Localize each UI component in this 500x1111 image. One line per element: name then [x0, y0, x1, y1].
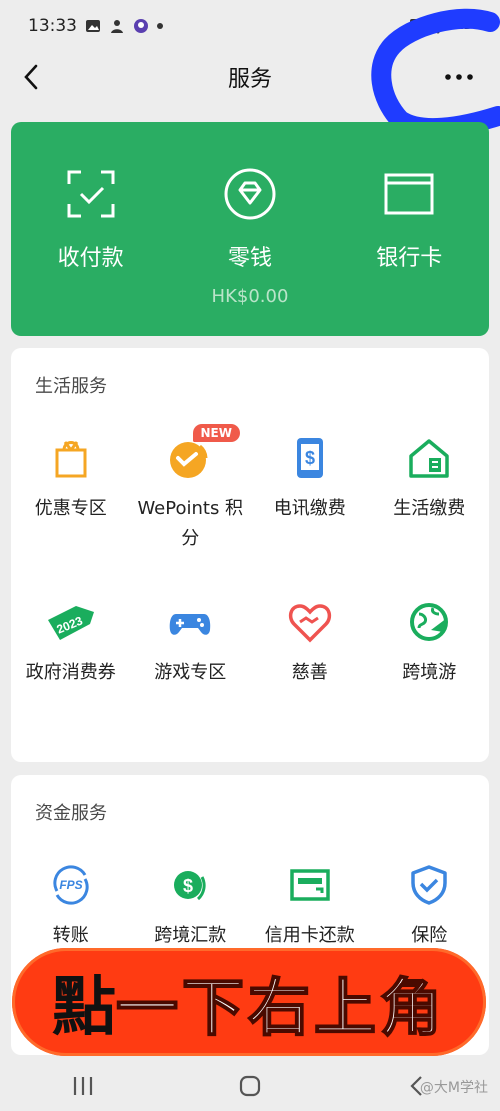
- recent-apps-icon: [74, 1076, 93, 1095]
- insurance-shield-icon: [411, 865, 447, 905]
- globe-plane-icon: [410, 603, 449, 641]
- service-wepoints[interactable]: NEW WePoints 积分: [131, 424, 251, 554]
- svg-text:FPS: FPS: [59, 878, 82, 892]
- more-notifications-dot-icon: [157, 23, 163, 29]
- nav-bar: 服务: [0, 52, 500, 102]
- service-utility-bill[interactable]: 生活缴费: [370, 436, 490, 554]
- service-gov-voucher[interactable]: 2023 政府消费券: [11, 600, 131, 688]
- service-label: 电讯缴费: [273, 498, 346, 519]
- service-remittance[interactable]: $ 跨境汇款: [131, 863, 251, 951]
- life-services-row-1: 优惠专区 NEW WePoints 积分 $ 电讯缴费 生活缴费: [11, 424, 490, 554]
- new-badge: NEW: [192, 424, 240, 442]
- service-label: 优惠专区: [34, 498, 107, 519]
- app-notification-icon: [111, 20, 123, 33]
- status-time: 13:33: [28, 16, 77, 36]
- more-horizontal-icon[interactable]: [442, 64, 476, 90]
- section-title-fund: 资金服务: [35, 803, 107, 824]
- cta-overlay-banner: 點 一下右上角: [12, 948, 486, 1056]
- gallery-icon: [86, 20, 100, 32]
- cta-rest-text: 一下右上角: [115, 970, 446, 1045]
- service-label: 生活缴费: [393, 498, 466, 519]
- voucher-2023-icon: 2023: [47, 606, 94, 640]
- gamepad-icon: [170, 614, 211, 635]
- remittance-icon: $: [174, 871, 206, 901]
- recent-apps-button[interactable]: [63, 1071, 103, 1101]
- svg-text:$: $: [183, 876, 193, 896]
- wallet-card: 收付款 零钱 HK$0.00 银行卡: [11, 122, 489, 336]
- phone-bill-icon: $: [296, 438, 323, 478]
- chevron-left-icon[interactable]: [18, 62, 46, 92]
- fund-services-row: FPS 转账 $ 跨境汇款 信用卡还款 保险: [11, 863, 489, 951]
- service-charity[interactable]: 慈善: [250, 600, 370, 688]
- profile-notification-icon: [134, 19, 148, 33]
- service-label: WePoints 积分: [137, 498, 244, 549]
- service-label: 游戏专区: [154, 662, 227, 683]
- wallet-label-balance: 零钱: [227, 246, 272, 271]
- service-transfer[interactable]: FPS 转账: [11, 863, 131, 951]
- section-title-life: 生活服务: [35, 376, 107, 397]
- home-icon: [239, 1075, 261, 1096]
- service-label: 转账: [52, 925, 89, 946]
- fps-icon: FPS: [53, 865, 89, 905]
- wepoints-icon: [170, 442, 208, 478]
- service-label: 跨境汇款: [154, 925, 227, 946]
- service-label: 保险: [411, 925, 448, 946]
- credit-card-repay-icon: [290, 869, 330, 901]
- wifi-icon: [427, 18, 450, 34]
- nfc-icon: [410, 19, 421, 33]
- diamond-wallet-icon: [224, 168, 276, 220]
- wallet-item-pay[interactable]: 收付款: [16, 166, 166, 336]
- home-button[interactable]: [230, 1071, 270, 1101]
- wallet-item-balance[interactable]: 零钱 HK$0.00: [175, 166, 325, 336]
- service-insurance[interactable]: 保险: [370, 863, 490, 951]
- service-label: 信用卡还款: [264, 925, 355, 946]
- status-bar: 13:33 HD: [0, 0, 500, 52]
- watermark: @大M学社: [419, 1080, 488, 1096]
- service-cross-border-travel[interactable]: 跨境游: [370, 600, 490, 688]
- scan-pay-icon: [67, 170, 115, 218]
- service-discount-zone[interactable]: 优惠专区: [11, 436, 131, 554]
- network-label: HD: [455, 20, 472, 32]
- svg-text:$: $: [305, 448, 315, 468]
- life-services-panel: 生活服务 优惠专区 NEW WePoints 积分 $ 电讯缴费 生活缴费 20…: [11, 348, 489, 762]
- bank-card-icon: [384, 173, 434, 215]
- home-bill-icon: [409, 439, 449, 478]
- service-label: 跨境游: [402, 662, 457, 683]
- service-label: 政府消费券: [25, 662, 116, 683]
- page-title: 服务: [227, 67, 272, 92]
- charity-heart-icon: [288, 604, 331, 643]
- life-services-row-2: 2023 政府消费券 游戏专区 慈善 跨境游: [11, 600, 489, 688]
- service-telecom-bill[interactable]: $ 电讯缴费: [250, 436, 370, 554]
- wallet-item-bankcard[interactable]: 银行卡: [334, 166, 484, 336]
- gift-bag-icon: [55, 441, 87, 478]
- service-credit-card-repay[interactable]: 信用卡还款: [250, 863, 370, 951]
- wallet-label-pay: 收付款: [57, 246, 124, 271]
- service-label: 慈善: [291, 662, 328, 683]
- wallet-label-bankcard: 银行卡: [376, 246, 443, 271]
- cta-first-char: 點: [51, 970, 116, 1045]
- balance-amount: HK$0.00: [211, 286, 289, 307]
- service-game-zone[interactable]: 游戏专区: [131, 600, 251, 688]
